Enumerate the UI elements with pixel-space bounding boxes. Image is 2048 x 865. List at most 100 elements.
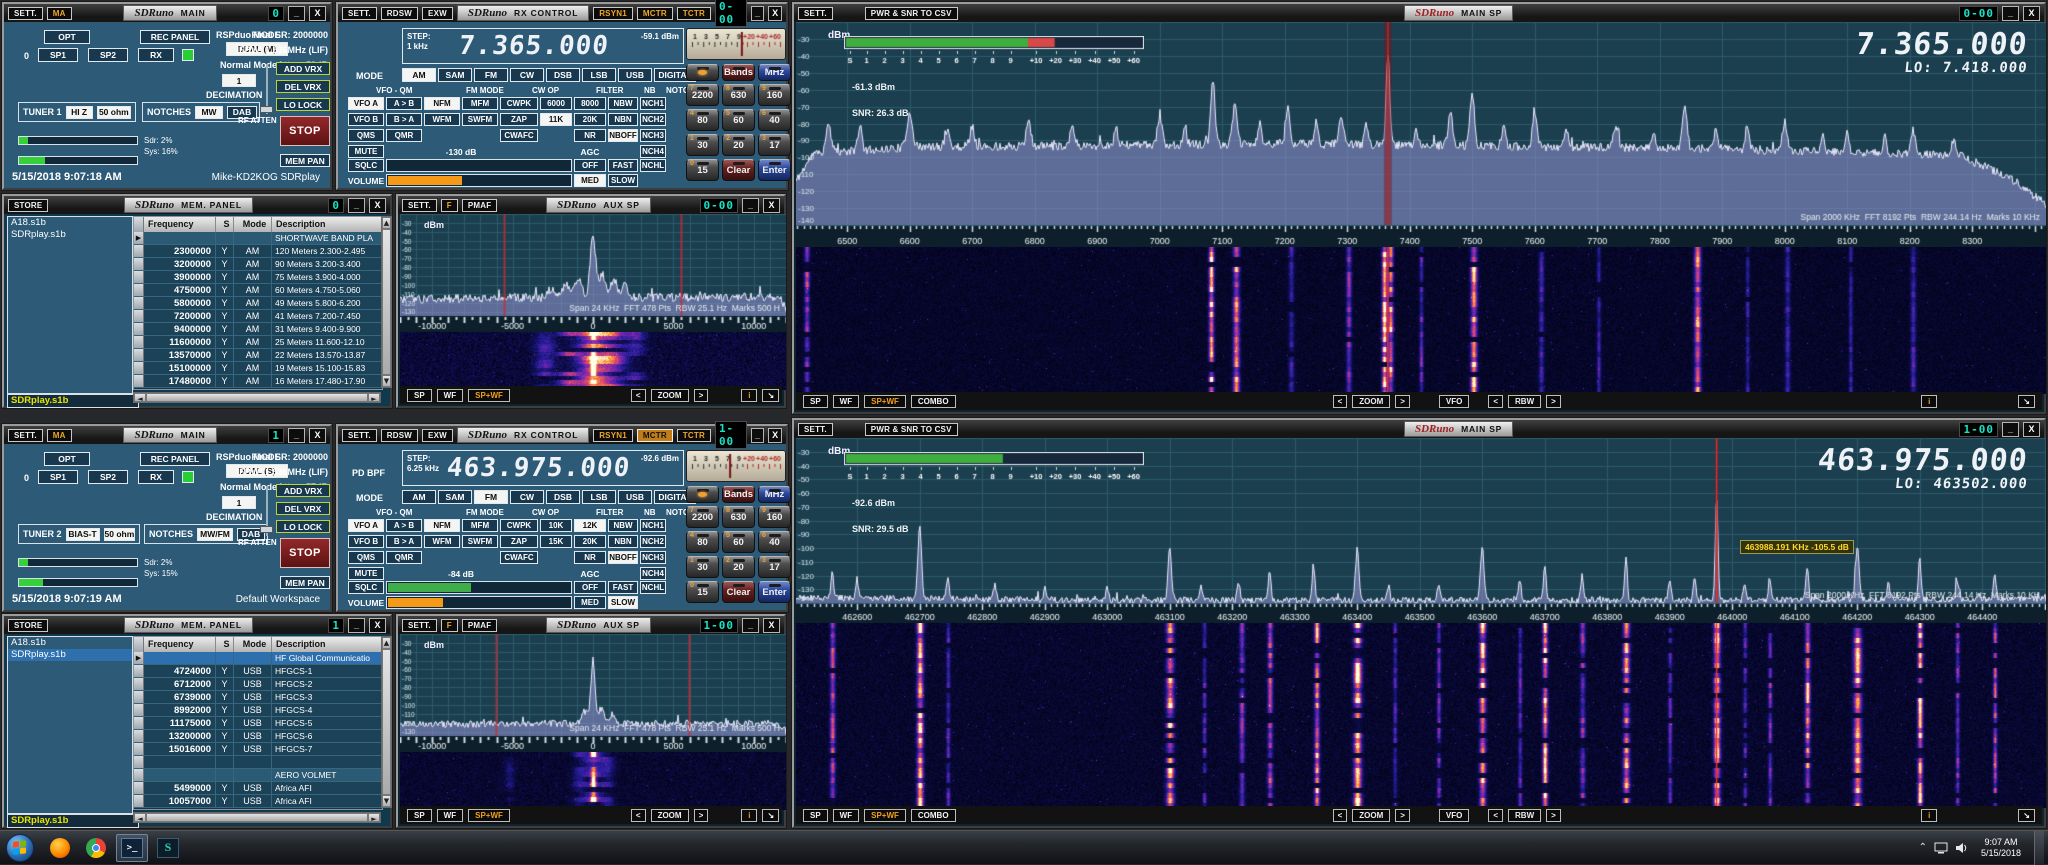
horizontal-scrollbar[interactable]: ◄► [133, 812, 381, 823]
mode-dsb[interactable]: DSB [546, 68, 580, 82]
vfo-b[interactable]: VFO B [348, 535, 384, 548]
bank-sdrplay[interactable]: SDRplay.s1b [8, 229, 132, 241]
sett-button[interactable]: SETT. [342, 429, 377, 442]
hidden-icons-chevron[interactable]: ⌃ [1919, 842, 1927, 853]
zoom-out-button[interactable]: < [1333, 395, 1348, 408]
minimize-button[interactable]: _ [288, 6, 305, 21]
sp-wf-button[interactable]: SP+WF [864, 395, 906, 408]
clear-button[interactable]: Clear [722, 159, 755, 181]
close-button[interactable]: X [2023, 422, 2040, 437]
qms[interactable]: QMS [348, 129, 384, 142]
band-630[interactable]: 8630 [722, 506, 755, 528]
band-30[interactable]: 130 [686, 134, 719, 156]
filter-15k[interactable]: 15K [540, 535, 572, 548]
agc-label[interactable]: AGC [574, 567, 606, 580]
col-mode[interactable]: Mode [234, 637, 272, 652]
rec-panel-button[interactable]: REC PANEL [140, 452, 210, 466]
frequency-display[interactable]: STEP: 6.25 kHz 463.975.000 -92.6 dBm [402, 450, 684, 486]
sett-button[interactable]: SETT. [342, 7, 377, 20]
agc-label[interactable]: AGC [574, 145, 606, 158]
close-button[interactable]: X [2023, 6, 2040, 21]
col-description[interactable]: Description [272, 217, 382, 232]
nch1[interactable]: NCH1 [640, 97, 666, 110]
frequency-display[interactable]: STEP: 1 kHz 7.365.000 -59.1 dBm [402, 28, 684, 64]
rbw-down-button[interactable]: < [1488, 809, 1503, 822]
sp-wf-button[interactable]: SP+WF [864, 809, 906, 822]
mode-cw[interactable]: CW [510, 490, 544, 504]
ma-button[interactable]: MA [47, 7, 72, 20]
volume-bar[interactable] [386, 174, 572, 187]
table-row[interactable]: 4750000 Y AM 60 Meters 4.750-5.060 [134, 284, 382, 297]
stop-button[interactable]: STOP [280, 116, 330, 146]
fm-swfm[interactable]: SWFM [462, 535, 498, 548]
mode-usb[interactable]: USB [618, 68, 652, 82]
sett-button[interactable]: SETT. [798, 7, 833, 20]
store-button[interactable]: STORE [8, 199, 48, 212]
vfo-button[interactable]: VFO [1439, 395, 1469, 408]
qmr[interactable]: QMR [386, 129, 422, 142]
sett-button[interactable]: SETT. [798, 423, 833, 436]
close-button[interactable]: X [369, 198, 386, 213]
minimize-button[interactable]: _ [751, 428, 765, 443]
nch1[interactable]: NCH1 [640, 519, 666, 532]
squelch-bar[interactable] [386, 159, 572, 172]
tctr-button[interactable]: TCTR [677, 7, 711, 20]
mode-cw[interactable]: CW [510, 68, 544, 82]
zoom-out-button[interactable]: < [631, 389, 646, 402]
sett-button[interactable]: SETT. [402, 619, 437, 632]
squelch-bar[interactable] [386, 581, 572, 594]
wf-button[interactable]: WF [437, 389, 463, 402]
close-button[interactable]: X [763, 618, 780, 633]
b-to-a[interactable]: B > A [386, 535, 422, 548]
mctr-button[interactable]: MCTR [637, 429, 673, 442]
zoom-label[interactable]: ZOOM [651, 809, 689, 822]
band-17[interactable]: 317 [758, 134, 791, 156]
pwr-snr-csv-button[interactable]: PWR & SNR TO CSV [865, 423, 958, 436]
rec-panel-button[interactable]: REC PANEL [140, 30, 210, 44]
table-row[interactable]: 15016000 Y USB HFGCS-7 [134, 743, 382, 756]
table-row[interactable]: ▶ HF Global Communicatio [134, 652, 382, 665]
agc-med[interactable]: MED [574, 174, 606, 187]
aux-spectrum-canvas[interactable] [400, 634, 786, 752]
col-description[interactable]: Description [272, 637, 382, 652]
close-button[interactable]: X [309, 428, 326, 443]
squelch-level[interactable]: -130 dB [424, 145, 498, 158]
resize-handle[interactable]: ↘ [2018, 809, 2035, 822]
nbn[interactable]: NBN [608, 535, 638, 548]
combo-button[interactable]: COMBO [911, 809, 956, 822]
store-button[interactable]: STORE [8, 619, 48, 632]
clock[interactable]: 9:07 AM 5/15/2018 [1975, 837, 2027, 859]
sp2-button[interactable]: SP2 [88, 48, 128, 62]
agc-med[interactable]: MED [574, 596, 606, 609]
agc-slow[interactable]: SLOW [608, 174, 638, 187]
tuned-frequency[interactable]: 463.975.000 [446, 455, 632, 481]
filter-20k[interactable]: 20K [574, 535, 606, 548]
qmr[interactable]: QMR [386, 551, 422, 564]
aux-waterfall-canvas[interactable] [400, 332, 786, 390]
table-row[interactable]: 6739000 Y USB HFGCS-3 [134, 691, 382, 704]
table-row[interactable]: 11175000 Y USB HFGCS-5 [134, 717, 382, 730]
nr[interactable]: NR [574, 129, 606, 142]
minimize-button[interactable]: _ [2002, 422, 2019, 437]
mode-am[interactable]: AM [402, 490, 436, 504]
waterfall-canvas[interactable] [796, 623, 2046, 808]
rf-atten-handle[interactable] [260, 106, 273, 113]
fm-swfm[interactable]: SWFM [462, 113, 498, 126]
bands-button[interactable]: Bands [722, 486, 755, 503]
nr[interactable]: NR [574, 551, 606, 564]
fm-nfm[interactable]: NFM [424, 519, 460, 532]
rdsw-button[interactable]: RDSW [381, 7, 418, 20]
mem-pan-button[interactable]: MEM PAN [280, 154, 330, 167]
tctr-button[interactable]: TCTR [677, 429, 711, 442]
agc-slow[interactable]: SLOW [608, 596, 638, 609]
sp-button[interactable]: SP [407, 809, 432, 822]
agc-off[interactable]: OFF [574, 159, 606, 172]
tuner-input-button[interactable]: HI Z [66, 106, 93, 119]
show-desktop-button[interactable] [2034, 831, 2044, 865]
band-80[interactable]: 480 [686, 109, 719, 131]
b-to-a[interactable]: B > A [386, 113, 422, 126]
nboff[interactable]: NBOFF [608, 129, 638, 142]
cwafc[interactable]: CWAFC [500, 129, 538, 142]
info-button[interactable]: i [741, 809, 757, 822]
band-20[interactable]: 220 [722, 134, 755, 156]
